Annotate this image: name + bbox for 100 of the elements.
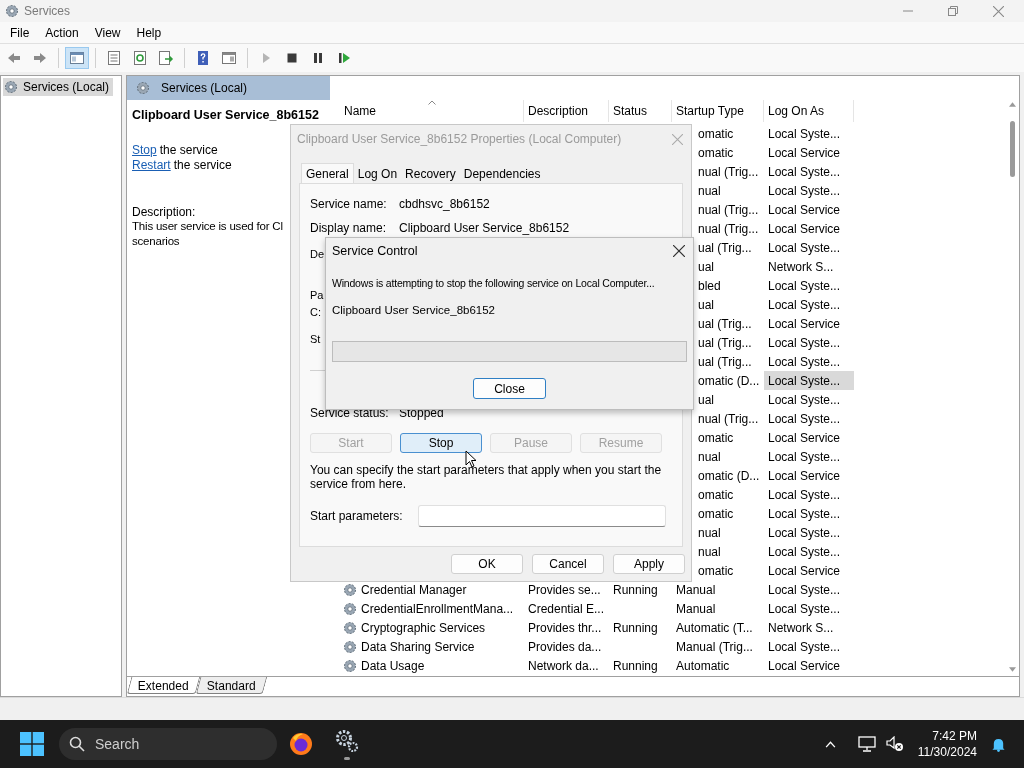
close-button[interactable]: Close [473, 378, 546, 399]
start-logo-icon[interactable] [20, 732, 44, 756]
field-value: cbdhsvc_8b6152 [399, 196, 490, 213]
table-cell: omatic [698, 126, 734, 141]
table-cell-text: CredentialEnrollmentMana... [361, 600, 514, 618]
table-cell: nual [698, 544, 721, 559]
tree-item[interactable]: Services (Local) [3, 78, 114, 96]
dialog-button[interactable]: OK [451, 554, 523, 574]
table-cell: Manual [676, 582, 716, 597]
table-cell: Automatic (T... [676, 620, 753, 635]
table-cell: omatic [698, 430, 734, 445]
dialog-title: Service Control [332, 242, 418, 260]
view-tab[interactable]: Extended [126, 677, 200, 694]
table-cell: Running [613, 620, 658, 635]
table-cell: nual (Trig... [698, 221, 759, 236]
table-cell: Running [613, 582, 658, 597]
table-cell: nual [698, 449, 721, 464]
view-tab[interactable]: Standard [195, 677, 267, 694]
close-icon[interactable] [673, 245, 685, 257]
field-label: De [310, 247, 325, 262]
column-header[interactable]: Status [609, 100, 672, 122]
table-cell: Credential E... [528, 601, 605, 616]
field-label: Service status: [310, 405, 390, 422]
table-cell-text: Credential Manager [361, 581, 467, 599]
dialog-button[interactable]: Cancel [532, 554, 604, 574]
network-icon[interactable] [857, 736, 876, 752]
gear-icon [3, 79, 19, 95]
app-gear-icon [4, 3, 20, 19]
table-cell: Local Syste... [764, 371, 854, 390]
field-label: C: [310, 305, 321, 320]
table-cell: bled [698, 278, 721, 293]
table-cell: nual (Trig... [698, 164, 759, 179]
table-cell: ual [698, 259, 714, 274]
table-cell: ual (Trig... [698, 335, 752, 350]
scroll-down-icon[interactable] [1008, 667, 1016, 672]
gear-icon [342, 581, 358, 598]
pane-header-title: Services (Local) [161, 80, 248, 97]
table-cell: nual [698, 525, 721, 540]
dialog-button[interactable]: Apply [613, 554, 685, 574]
menu-item[interactable]: File [10, 23, 30, 42]
gear-icon [342, 638, 358, 655]
description-text: scenarios [132, 233, 181, 248]
field-label: Display name: [310, 220, 388, 237]
taskbar-search-field[interactable]: Search [59, 728, 277, 760]
service-name-text: Clipboard User Service_8b6152 [332, 302, 496, 318]
table-cell: ual (Trig... [698, 354, 752, 369]
field-value: Clipboard User Service_8b6152 [399, 220, 570, 237]
table-cell: ual [698, 297, 714, 312]
table-cell-text: Data Usage [361, 657, 425, 675]
table-cell: Manual [676, 601, 716, 616]
dialog-title: Clipboard User Service_8b6152 Properties (Local Computer) [297, 131, 622, 148]
table-cell: ual (Trig... [698, 240, 752, 255]
table-cell: ual (Trig... [698, 316, 752, 331]
table-cell: nual (Trig... [698, 411, 759, 426]
message-text: Windows is attempting to stop the following service on Local Computer... [332, 276, 655, 291]
table-cell: nual [698, 183, 721, 198]
table-cell-text: Data Sharing Service [361, 638, 475, 656]
field-label: St [310, 332, 321, 347]
gear-icon [342, 600, 358, 617]
hint-text: You can specify the start parameters that apply when you start the service from here. [310, 463, 663, 491]
menu-item[interactable]: Help [136, 23, 162, 42]
gear-icon [342, 619, 358, 636]
field-label: Pa [310, 288, 324, 303]
table-cell: nual (Trig... [698, 202, 759, 217]
action-text: the service [173, 157, 232, 175]
speaker-muted-icon[interactable] [885, 736, 904, 752]
clock-date[interactable]: 11/30/2024 [917, 744, 977, 760]
column-header[interactable]: Description [524, 100, 609, 122]
column-header[interactable]: Startup Type [672, 100, 764, 122]
table-cell: Network da... [528, 658, 599, 673]
window-title: Services [24, 3, 70, 20]
table-cell: Provides thr... [528, 620, 602, 635]
column-header[interactable]: Log On As [764, 100, 854, 122]
window-pane-icon[interactable] [65, 47, 89, 69]
table-cell: Provides da... [528, 639, 602, 654]
table-cell: omatic [698, 563, 734, 578]
chevron-up-icon[interactable] [824, 740, 836, 748]
gear-icon [342, 657, 358, 674]
menu-item[interactable]: View [94, 23, 121, 42]
field-label: Start parameters: [310, 508, 404, 525]
dialog-tab[interactable]: General [301, 163, 354, 183]
table-cell: Manual (Trig... [676, 639, 753, 654]
field-label: Service name: [310, 196, 388, 213]
table-cell-text: Cryptographic Services [361, 619, 486, 637]
table-cell: omatic (D... [698, 468, 760, 483]
dialog-button[interactable]: Stop [400, 433, 482, 453]
table-cell: Running [613, 658, 658, 673]
column-header[interactable]: Name [340, 100, 524, 122]
table-cell: Automatic [676, 658, 730, 673]
clock-time[interactable]: 7:42 PM [932, 728, 977, 744]
restore-icon[interactable] [948, 6, 958, 16]
table-cell: omatic [698, 506, 734, 521]
menu-item[interactable]: Action [45, 23, 79, 42]
table-cell: omatic (D... [698, 373, 760, 388]
scroll-up-icon[interactable] [1008, 102, 1016, 107]
start-parameters-field[interactable] [418, 505, 666, 527]
bell-icon[interactable] [991, 736, 1006, 752]
table-cell: Provides se... [528, 582, 601, 597]
table-cell: omatic [698, 487, 734, 502]
browser-icon[interactable] [289, 732, 313, 756]
